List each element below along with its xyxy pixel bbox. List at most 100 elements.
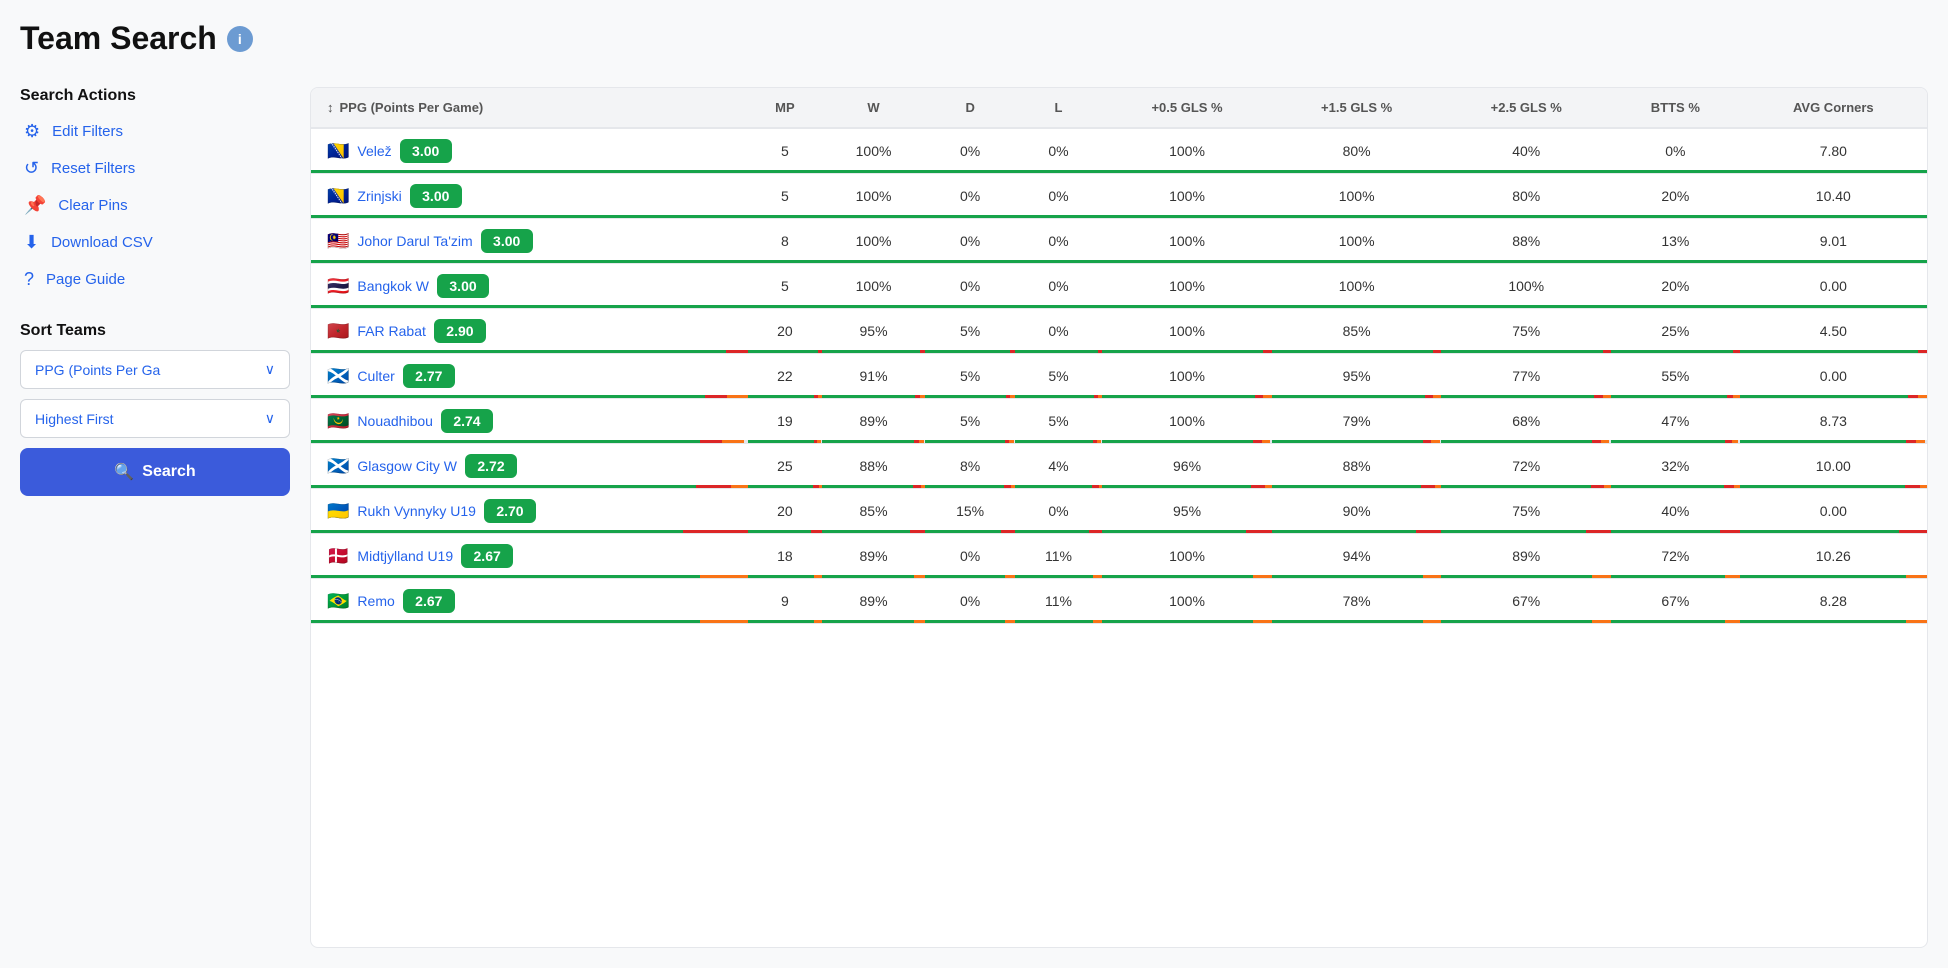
team-name[interactable]: Zrinjski	[357, 188, 401, 204]
col-l: L	[1015, 88, 1102, 128]
team-name[interactable]: Remo	[357, 593, 394, 609]
clear-pins-label: Clear Pins	[58, 197, 127, 214]
team-name[interactable]: Glasgow City W	[357, 458, 457, 474]
team-name[interactable]: Culter	[357, 368, 394, 384]
team-cell: 🇧🇦 Zrinjski 3.00	[311, 174, 748, 219]
ppg-badge: 3.00	[437, 274, 489, 298]
avg-corners-cell: 10.26	[1740, 534, 1927, 579]
team-name[interactable]: Bangkok W	[357, 278, 429, 294]
d-cell: 0%	[925, 128, 1014, 174]
gls25-cell: 100%	[1441, 264, 1611, 309]
gls25-cell: 67%	[1441, 579, 1611, 624]
table-row: 🇧🇦 Zrinjski 3.00 5 100% 0% 0% 100% 1	[311, 174, 1927, 219]
reset-filters-action[interactable]: ↺ Reset Filters	[20, 150, 290, 187]
team-name[interactable]: Midtjylland U19	[357, 548, 453, 564]
sort-by-value: PPG (Points Per Ga	[35, 362, 160, 378]
sort-order-select[interactable]: Highest First ∨	[20, 399, 290, 438]
gls05-cell: 100%	[1102, 354, 1272, 399]
page-guide-action[interactable]: ? Page Guide	[20, 261, 290, 298]
gls15-cell: 80%	[1272, 128, 1442, 174]
gls25-cell: 68%	[1441, 399, 1611, 444]
team-flag: 🇹🇭	[327, 276, 349, 297]
btts-cell: 13%	[1611, 219, 1740, 264]
gls25-cell: 89%	[1441, 534, 1611, 579]
avg-corners-cell: 0.00	[1740, 264, 1927, 309]
search-button[interactable]: 🔍 Search	[20, 448, 290, 496]
btts-cell: 72%	[1611, 534, 1740, 579]
gls05-cell: 100%	[1102, 579, 1272, 624]
page-guide-icon: ?	[24, 269, 34, 290]
mp-cell: 22	[748, 354, 821, 399]
btts-cell: 20%	[1611, 264, 1740, 309]
ppg-badge: 3.00	[400, 139, 452, 163]
ppg-badge: 2.72	[465, 454, 517, 478]
sort-column-header[interactable]: ↕ PPG (Points Per Game)	[311, 88, 748, 128]
table-row: 🇹🇭 Bangkok W 3.00 5 100% 0% 0% 100%	[311, 264, 1927, 309]
team-flag: 🇧🇦	[327, 141, 349, 162]
l-cell: 4%	[1015, 444, 1102, 489]
team-name[interactable]: Velež	[357, 143, 391, 159]
col-d: D	[925, 88, 1014, 128]
team-flag: 🇧🇦	[327, 186, 349, 207]
sort-order-chevron-icon: ∨	[265, 410, 275, 427]
btts-cell: 0%	[1611, 128, 1740, 174]
gls25-cell: 88%	[1441, 219, 1611, 264]
team-cell: 🇹🇭 Bangkok W 3.00	[311, 264, 748, 309]
d-cell: 8%	[925, 444, 1014, 489]
mp-cell: 5	[748, 128, 821, 174]
table-row: 🇧🇷 Remo 2.67 9 89% 0% 11% 100% 78%	[311, 579, 1927, 624]
mp-cell: 5	[748, 264, 821, 309]
mp-cell: 9	[748, 579, 821, 624]
col-mp: MP	[748, 88, 821, 128]
gls25-cell: 77%	[1441, 354, 1611, 399]
team-cell: 🇧🇦 Velež 3.00	[311, 128, 748, 174]
col-gls25: +2.5 GLS %	[1441, 88, 1611, 128]
team-flag: 🇲🇷	[327, 411, 349, 432]
team-flag: 🏴󠁧󠁢󠁳󠁣󠁴󠁿	[327, 456, 349, 477]
team-name[interactable]: Johor Darul Ta'zim	[357, 233, 472, 249]
ppg-badge: 2.70	[484, 499, 536, 523]
gls25-cell: 40%	[1441, 128, 1611, 174]
team-cell: 🇩🇰 Midtjylland U19 2.67	[311, 534, 748, 579]
gls05-cell: 96%	[1102, 444, 1272, 489]
table-row: 🇩🇰 Midtjylland U19 2.67 18 89% 0% 11% 10…	[311, 534, 1927, 579]
sort-teams-title: Sort Teams	[20, 322, 290, 340]
col-avg-corners: AVG Corners	[1740, 88, 1927, 128]
info-icon[interactable]: i	[227, 26, 253, 52]
col-gls05: +0.5 GLS %	[1102, 88, 1272, 128]
sort-by-select[interactable]: PPG (Points Per Ga ∨	[20, 350, 290, 389]
download-csv-action[interactable]: ⬇ Download CSV	[20, 224, 290, 261]
gls15-cell: 94%	[1272, 534, 1442, 579]
gls05-cell: 100%	[1102, 174, 1272, 219]
table-row: 🏴󠁧󠁢󠁳󠁣󠁴󠁿 Culter 2.77 22 91% 5% 5% 100%	[311, 354, 1927, 399]
w-cell: 88%	[822, 444, 926, 489]
reset-filters-label: Reset Filters	[51, 160, 135, 177]
avg-corners-cell: 4.50	[1740, 309, 1927, 354]
gls05-cell: 100%	[1102, 219, 1272, 264]
w-cell: 89%	[822, 579, 926, 624]
page-guide-label: Page Guide	[46, 271, 125, 288]
d-cell: 0%	[925, 264, 1014, 309]
edit-filters-action[interactable]: ⚙ Edit Filters	[20, 113, 290, 150]
clear-pins-action[interactable]: 📌 Clear Pins	[20, 187, 290, 224]
ppg-badge: 2.74	[441, 409, 493, 433]
w-cell: 85%	[822, 489, 926, 534]
edit-filters-icon: ⚙	[24, 121, 40, 142]
col-w: W	[822, 88, 926, 128]
col-btts: BTTS %	[1611, 88, 1740, 128]
team-cell: 🇧🇷 Remo 2.67	[311, 579, 748, 624]
gls25-cell: 72%	[1441, 444, 1611, 489]
mp-cell: 20	[748, 309, 821, 354]
ppg-badge: 3.00	[410, 184, 462, 208]
mp-cell: 20	[748, 489, 821, 534]
edit-filters-label: Edit Filters	[52, 123, 123, 140]
gls15-cell: 100%	[1272, 264, 1442, 309]
ppg-badge: 2.67	[461, 544, 513, 568]
team-name[interactable]: FAR Rabat	[357, 323, 425, 339]
l-cell: 11%	[1015, 579, 1102, 624]
ppg-badge: 2.67	[403, 589, 455, 613]
team-name[interactable]: Nouadhibou	[357, 413, 433, 429]
team-flag: 🏴󠁧󠁢󠁳󠁣󠁴󠁿	[327, 366, 349, 387]
btts-cell: 20%	[1611, 174, 1740, 219]
team-name[interactable]: Rukh Vynnyky U19	[357, 503, 476, 519]
